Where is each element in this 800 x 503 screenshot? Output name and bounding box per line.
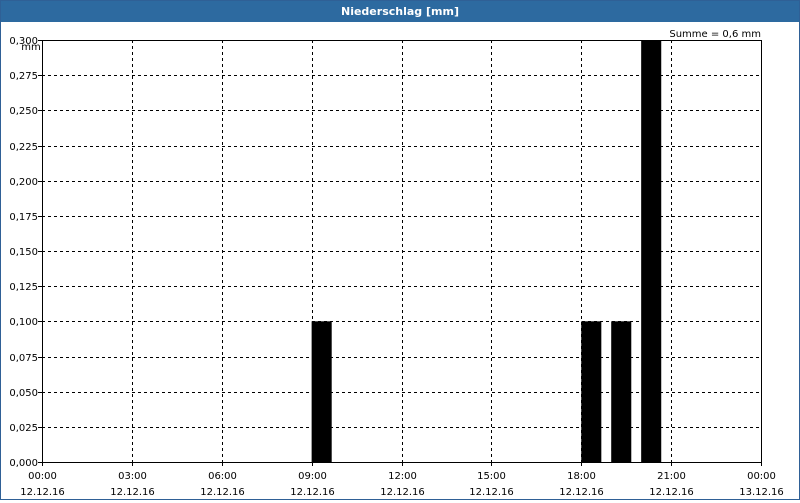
x-tick-date-label: 12.12.16 [110, 487, 155, 498]
y-tick-label: 0,300 [9, 36, 38, 47]
x-tick-date-label: 12.12.16 [200, 487, 245, 498]
x-tick-date-label: 12.12.16 [649, 487, 694, 498]
y-tick-label: 0,125 [9, 282, 38, 293]
chart-window: Niederschlag [mm] mm Summe = 0,6 mm 0,00… [0, 0, 800, 500]
x-tick-time-label: 09:00 [298, 471, 327, 482]
y-tick-label: 0,250 [9, 106, 38, 117]
x-tick-date-label: 12.12.16 [380, 487, 425, 498]
x-tick-time-label: 03:00 [118, 471, 147, 482]
x-tick-date-label: 13.12.16 [739, 487, 784, 498]
y-tick-label: 0,175 [9, 212, 38, 223]
y-tick-label: 0,275 [9, 71, 38, 82]
x-tick-time-label: 12:00 [388, 471, 417, 482]
precipitation-bar [311, 321, 332, 462]
precipitation-bar [641, 40, 662, 462]
x-tick-date-label: 12.12.16 [20, 487, 65, 498]
y-tick-label: 0,000 [9, 458, 38, 469]
sum-annotation: Summe = 0,6 mm [669, 29, 761, 40]
y-tick-label: 0,075 [9, 353, 38, 364]
x-tick-date-label: 12.12.16 [469, 487, 514, 498]
x-tick-time-label: 00:00 [28, 471, 57, 482]
y-tick-label: 0,200 [9, 177, 38, 188]
y-tick-label: 0,025 [9, 423, 38, 434]
x-tick-time-label: 06:00 [208, 471, 237, 482]
x-tick-labels: 00:00 12.12.16 03:00 12.12.16 06:00 12.12.16 0… [20, 471, 784, 498]
y-tick-label: 0,050 [9, 388, 38, 399]
x-tick-time-label: 18:00 [567, 471, 596, 482]
x-tick-time-label: 15:00 [477, 471, 506, 482]
window-title: Niederschlag [mm] [1, 1, 799, 22]
chart-svg: mm Summe = 0,6 mm 0,0000,0250,0500,0750,… [9, 29, 784, 498]
y-tick-labels: 0,000 0,025 0,050 0,075 0,100 0,125 0,150 0,175… [9, 36, 38, 469]
x-tick-time-label: 00:00 [747, 471, 776, 482]
precipitation-chart: mm Summe = 0,6 mm 0,000 0,025 0,050 0,075 0,… [1, 23, 799, 499]
x-tick-date-label: 12.12.16 [290, 487, 335, 498]
x-tick-time-label: 21:00 [657, 471, 686, 482]
precipitation-bar [611, 321, 632, 462]
x-tick-date-label: 12.12.16 [559, 487, 604, 498]
y-tick-label: 0,225 [9, 142, 38, 153]
y-tick-label: 0,150 [9, 247, 38, 258]
y-tick-label: 0,100 [9, 317, 38, 328]
precipitation-bar [581, 321, 602, 462]
